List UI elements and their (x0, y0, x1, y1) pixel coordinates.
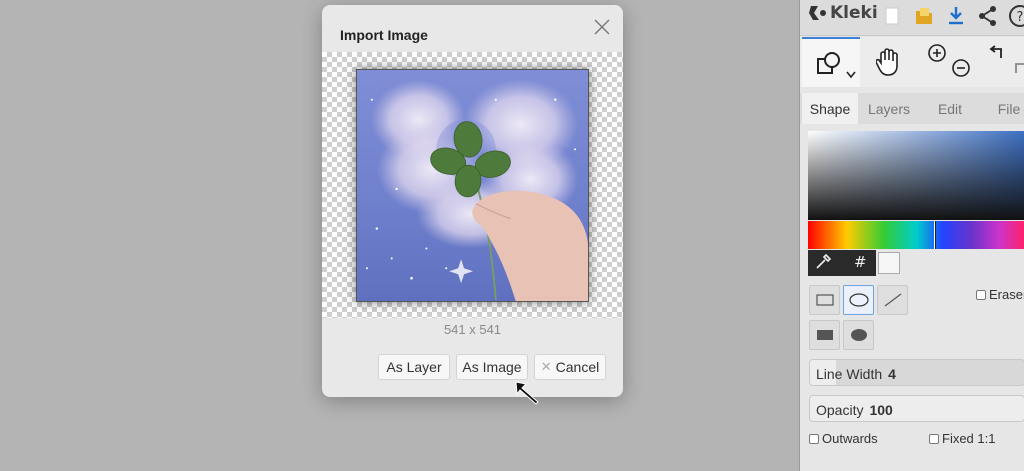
eraser-checkbox[interactable]: Eraser (976, 287, 1024, 302)
ellipse-icon (848, 293, 869, 307)
rectangle-shape-button[interactable] (809, 285, 840, 315)
open-folder-icon[interactable] (912, 4, 936, 28)
import-image-dialog: Import Image 541 x 541 As Layer As Image… (322, 5, 623, 397)
tab-shape[interactable]: Shape (802, 93, 858, 124)
mouse-pointer-icon (515, 381, 539, 405)
chevron-down-icon[interactable] (846, 71, 856, 79)
outwards-label: Outwards (822, 431, 878, 446)
hue-slider[interactable] (808, 221, 1024, 249)
zoom-in-icon[interactable] (927, 43, 947, 63)
kleki-logo-icon (809, 6, 826, 20)
tab-edit[interactable]: Edit (920, 93, 980, 124)
line-width-value: 4 (888, 366, 896, 382)
fixed-ratio-label: Fixed 1:1 (942, 431, 996, 446)
outwards-checkbox[interactable]: Outwards (809, 431, 878, 446)
hand-tool-icon[interactable] (876, 47, 902, 77)
color-picker-area[interactable] (808, 131, 1024, 220)
undo-icon[interactable] (988, 43, 1008, 63)
rectangle-icon (815, 294, 834, 306)
close-icon[interactable] (593, 18, 611, 36)
redo-icon[interactable] (1010, 58, 1024, 78)
secondary-color-swatch[interactable] (878, 252, 900, 274)
shape-tool[interactable] (802, 37, 860, 87)
opacity-slider[interactable]: Opacity 100 (809, 395, 1024, 422)
help-icon[interactable]: ? (1008, 4, 1024, 28)
download-icon[interactable] (944, 4, 968, 28)
checkbox-icon (929, 433, 939, 444)
eraser-label: Eraser (989, 287, 1024, 302)
preview-photo (356, 69, 589, 302)
image-preview (322, 52, 623, 318)
cancel-button[interactable]: ✕ Cancel (534, 354, 606, 380)
filled-rectangle-button[interactable] (809, 320, 840, 350)
dialog-title: Import Image (340, 27, 428, 43)
filled-rectangle-icon (816, 330, 833, 340)
close-icon: ✕ (540, 359, 552, 374)
svg-text:?: ? (1017, 10, 1024, 25)
hex-input-button[interactable]: # (854, 253, 867, 271)
tab-file[interactable]: File (980, 93, 1024, 124)
opacity-value: 100 (869, 402, 893, 418)
filled-ellipse-button[interactable] (843, 320, 874, 350)
opacity-label: Opacity (816, 402, 864, 418)
eyedropper-icon[interactable] (814, 253, 832, 271)
shape-tool-icon (817, 52, 840, 74)
filled-ellipse-icon (850, 329, 867, 341)
as-layer-button[interactable]: As Layer (378, 354, 450, 380)
line-width-label: Line Width (816, 366, 883, 382)
slider-text: Opacity 100 (816, 402, 893, 418)
panel-tabs: Shape Layers Edit File (800, 93, 1024, 124)
line-icon (884, 293, 901, 307)
zoom-out-icon[interactable] (951, 58, 971, 78)
app-logo[interactable]: Kleki (808, 3, 878, 23)
checkbox-icon (976, 289, 986, 300)
tool-panel: Kleki ? Shape Layers Edit File # Eraser … (799, 0, 1024, 471)
ellipse-shape-button[interactable] (843, 285, 874, 315)
line-shape-button[interactable] (877, 285, 908, 315)
tab-layers[interactable]: Layers (858, 93, 920, 124)
slider-text: Line Width 4 (816, 366, 896, 382)
fixed-ratio-checkbox[interactable]: Fixed 1:1 (929, 431, 995, 446)
cancel-label: Cancel (555, 359, 600, 375)
top-bar: Kleki ? (800, 0, 1024, 36)
new-file-icon[interactable] (880, 4, 904, 28)
tool-row (800, 37, 1024, 87)
as-image-button[interactable]: As Image (456, 354, 528, 380)
image-dimensions: 541 x 541 (443, 322, 502, 337)
app-name: Kleki (830, 3, 878, 23)
share-icon[interactable] (976, 4, 1000, 28)
hue-marker[interactable] (934, 221, 936, 249)
checkbox-icon (809, 433, 819, 444)
line-width-slider[interactable]: Line Width 4 (809, 359, 1024, 386)
